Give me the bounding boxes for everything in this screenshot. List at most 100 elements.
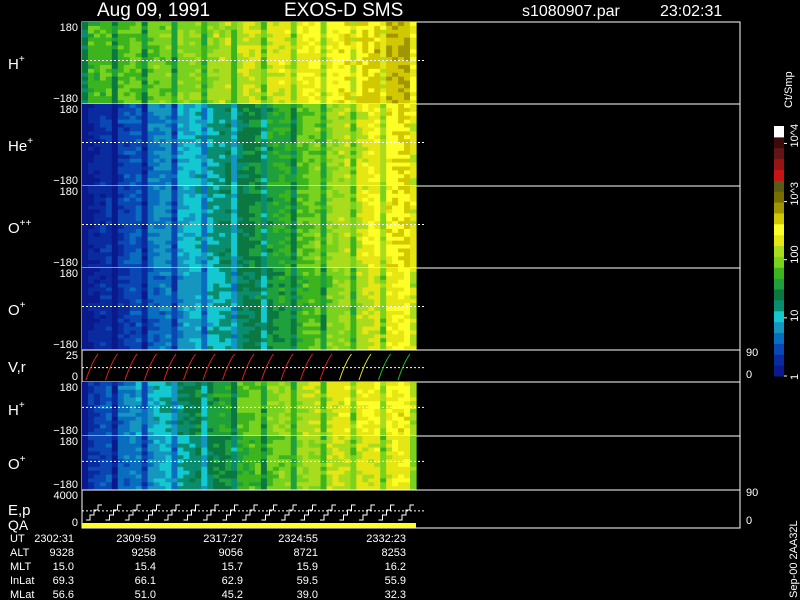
spectrogram-cell bbox=[171, 314, 179, 320]
spectrogram-cell bbox=[99, 385, 107, 391]
spectrogram-cell bbox=[410, 240, 417, 246]
spectrogram-cell bbox=[254, 314, 262, 320]
spectrogram-cell bbox=[135, 397, 143, 402]
spectrogram-cell bbox=[278, 158, 286, 164]
spectrogram-cell bbox=[177, 49, 184, 54]
spectrogram-cell bbox=[177, 389, 184, 395]
spectrogram-cell bbox=[302, 115, 310, 121]
spectrogram-cell bbox=[219, 330, 226, 335]
spectrogram-cell bbox=[362, 154, 369, 160]
spectrogram-cell bbox=[249, 84, 256, 89]
spectrogram-cell bbox=[278, 307, 286, 312]
spectrogram-cell bbox=[374, 111, 381, 117]
spectrogram-cell bbox=[398, 53, 405, 58]
spectrogram-cell bbox=[404, 307, 411, 312]
spectrogram-cell bbox=[141, 275, 149, 281]
spectrogram-cell bbox=[404, 291, 411, 296]
spectrogram-cell bbox=[183, 299, 190, 304]
spectrogram-cell bbox=[326, 178, 334, 183]
spectrogram-cell bbox=[308, 135, 316, 140]
spectrogram-cell bbox=[87, 385, 95, 391]
spectrogram-cell bbox=[231, 80, 238, 86]
spectrogram-cell bbox=[392, 96, 399, 101]
spectrogram-cell bbox=[207, 127, 214, 132]
spectrogram-cell bbox=[308, 37, 316, 43]
spectrogram-cell bbox=[374, 178, 381, 183]
panel-0: H+180−180 bbox=[8, 21, 741, 105]
spectrogram-cell bbox=[207, 158, 214, 164]
spectrogram-cell bbox=[249, 310, 256, 316]
spectrogram-cell bbox=[135, 154, 143, 160]
spectrogram-cell bbox=[153, 330, 161, 335]
spectrogram-cell bbox=[141, 420, 149, 426]
spectrogram-cell bbox=[93, 338, 101, 343]
spectrogram-cell bbox=[284, 76, 292, 82]
spectrogram-cell bbox=[207, 104, 214, 109]
spectrogram-cell bbox=[344, 228, 351, 234]
spectrogram-cell bbox=[147, 92, 155, 97]
spectrogram-cell bbox=[338, 307, 346, 312]
spectrogram-cell bbox=[392, 283, 399, 289]
spectrogram-cell bbox=[243, 299, 250, 304]
spectrogram-cell bbox=[171, 217, 179, 222]
spectrogram-cell bbox=[93, 382, 101, 387]
spectrogram-cell bbox=[350, 111, 357, 117]
spectrogram-cell bbox=[99, 299, 107, 304]
spectrogram-cell bbox=[87, 104, 95, 109]
spectrogram-cell bbox=[320, 283, 328, 289]
spectrogram-cell bbox=[302, 162, 310, 168]
spectrogram-cell bbox=[398, 72, 405, 78]
spectrogram-cell bbox=[195, 64, 202, 70]
spectrogram-cell bbox=[302, 41, 310, 47]
spectrogram-cell bbox=[93, 107, 101, 113]
spectrogram-cell bbox=[82, 146, 89, 152]
spectrogram-cell bbox=[147, 76, 155, 82]
spectrogram-cell bbox=[374, 330, 381, 335]
spectrogram-cell bbox=[219, 244, 226, 250]
spectrogram-cell bbox=[302, 291, 310, 296]
spectrogram-cell bbox=[320, 76, 328, 82]
spectrogram-cell bbox=[99, 25, 107, 31]
spectrogram-cell bbox=[117, 291, 125, 296]
spectrogram-cell bbox=[105, 131, 113, 136]
spectrogram-cell bbox=[362, 107, 369, 113]
spectrogram-cell bbox=[82, 92, 89, 97]
spectrogram-cell bbox=[356, 84, 363, 89]
spectrogram-cell bbox=[171, 240, 179, 246]
spectrogram-cell bbox=[111, 123, 119, 129]
spectrogram-cell bbox=[183, 322, 190, 328]
spectrogram-cell bbox=[350, 213, 357, 218]
spectrogram-cell bbox=[147, 25, 155, 31]
spectrogram-cell bbox=[82, 158, 89, 164]
spectrogram-cell bbox=[135, 271, 143, 277]
spectrogram-cell bbox=[123, 41, 131, 47]
y-tick-max: 180 bbox=[60, 104, 78, 116]
spectrogram-cell bbox=[123, 154, 131, 160]
spectrogram-cell bbox=[123, 107, 131, 113]
spectrogram-cell bbox=[249, 217, 256, 222]
spectrogram-cell bbox=[368, 299, 375, 304]
spectrogram-cell bbox=[177, 213, 184, 218]
spectrogram-cell bbox=[93, 420, 101, 426]
spectrogram-cell bbox=[368, 291, 375, 296]
spectrogram-cell bbox=[380, 271, 387, 277]
spectrogram-cell bbox=[386, 72, 393, 78]
spectrogram-cell bbox=[260, 178, 268, 183]
spectrogram-cell bbox=[87, 244, 95, 250]
spectrogram-cell bbox=[105, 189, 113, 195]
spectrogram-cell bbox=[404, 135, 411, 140]
spectrogram-cell bbox=[278, 127, 286, 132]
spectrogram-cell bbox=[398, 131, 405, 136]
spectrogram-cell bbox=[165, 228, 173, 234]
spectrogram-cell bbox=[278, 310, 286, 316]
spectrogram-cell bbox=[332, 131, 340, 136]
spectrogram-cell bbox=[278, 217, 286, 222]
spectrogram-cell bbox=[231, 197, 238, 203]
spectrogram-cell bbox=[296, 37, 304, 43]
spectrogram-cell bbox=[314, 135, 322, 140]
spectrogram-cell bbox=[159, 96, 167, 101]
spectrogram-cell bbox=[410, 342, 417, 347]
spectrogram-cell bbox=[82, 279, 89, 285]
spectrogram-cell bbox=[171, 88, 179, 93]
spectrogram-cell bbox=[135, 68, 143, 74]
